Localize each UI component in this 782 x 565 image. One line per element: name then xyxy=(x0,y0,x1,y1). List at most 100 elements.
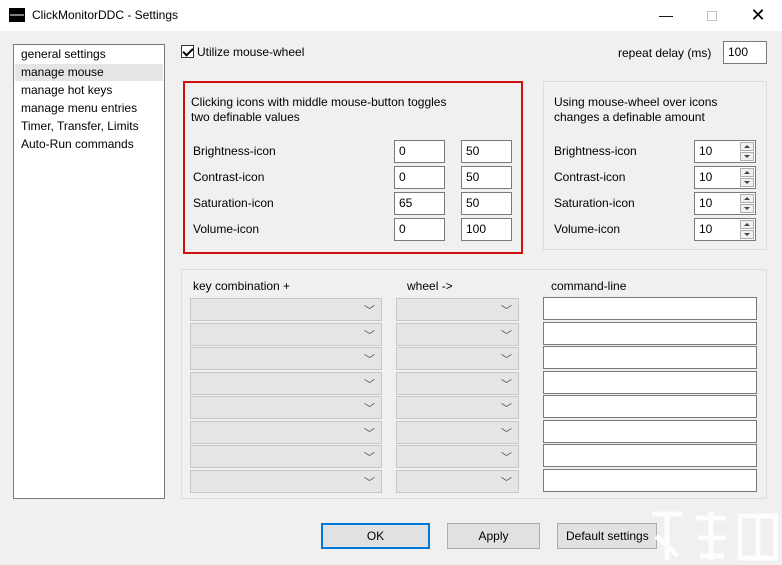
wheel-direction-dropdown[interactable]: ﹀ xyxy=(396,322,519,346)
default-settings-button[interactable]: Default settings xyxy=(557,523,657,549)
wheel-description-line1: Using mouse-wheel over icons xyxy=(554,95,718,109)
key-combination-header: key combination + xyxy=(193,279,291,293)
title-bar: ClickMonitorDDC - Settings — ✕ xyxy=(0,0,782,31)
wheel-direction-dropdown[interactable]: ﹀ xyxy=(396,371,519,395)
spin-up-icon[interactable] xyxy=(740,220,754,229)
chevron-down-icon: ﹀ xyxy=(501,354,512,366)
chevron-down-icon: ﹀ xyxy=(501,305,512,317)
chevron-down-icon: ﹀ xyxy=(364,452,375,464)
wheel-direction-dropdown[interactable]: ﹀ xyxy=(396,469,519,493)
nav-item-manage-menu-entries[interactable]: manage menu entries xyxy=(15,100,163,117)
wheel-saturation-spinner[interactable]: 10 xyxy=(694,192,756,215)
spin-down-icon[interactable] xyxy=(740,178,754,187)
chevron-down-icon: ﹀ xyxy=(364,354,375,366)
wheel-contrast-label: Contrast-icon xyxy=(554,170,626,184)
wheel-direction-dropdown[interactable]: ﹀ xyxy=(396,298,519,321)
middle-contrast-label: Contrast-icon xyxy=(193,170,265,184)
command-line-input[interactable] xyxy=(543,297,757,320)
chevron-down-icon: ﹀ xyxy=(364,378,375,391)
wheel-volume-label: Volume-icon xyxy=(554,222,621,236)
spin-up-icon[interactable] xyxy=(740,194,754,203)
middle-brightness-label: Brightness-icon xyxy=(193,144,276,158)
wheel-direction-dropdown[interactable]: ﹀ xyxy=(396,445,519,468)
spin-up-icon[interactable] xyxy=(740,168,754,177)
utilize-mouse-wheel-checkbox[interactable] xyxy=(181,45,194,58)
minimize-button[interactable]: — xyxy=(643,0,689,31)
spin-down-icon[interactable] xyxy=(740,230,754,239)
key-combination-dropdown[interactable]: ﹀ xyxy=(190,396,382,419)
chevron-down-icon: ﹀ xyxy=(364,305,375,317)
chevron-down-icon: ﹀ xyxy=(364,329,375,342)
wheel-saturation-value: 10 xyxy=(699,196,713,210)
middle-contrast-value2-input[interactable]: 50 xyxy=(461,166,512,189)
spin-down-icon[interactable] xyxy=(740,204,754,213)
chevron-down-icon: ﹀ xyxy=(364,427,375,440)
spin-up-icon[interactable] xyxy=(740,142,754,151)
nav-item-manage-mouse[interactable]: manage mouse xyxy=(15,64,163,81)
key-combination-dropdown[interactable]: ﹀ xyxy=(190,298,382,321)
wheel-header: wheel -> xyxy=(407,279,453,293)
command-line-input[interactable] xyxy=(543,321,757,345)
middle-brightness-value1-input[interactable]: 0 xyxy=(394,140,445,163)
middle-saturation-label: Saturation-icon xyxy=(193,196,274,210)
maximize-button[interactable] xyxy=(689,0,735,31)
wheel-saturation-label: Saturation-icon xyxy=(554,196,635,210)
chevron-down-icon: ﹀ xyxy=(501,452,512,464)
wheel-contrast-value: 10 xyxy=(699,170,713,184)
window-title: ClickMonitorDDC - Settings xyxy=(32,8,179,22)
wheel-brightness-label: Brightness-icon xyxy=(554,144,637,158)
command-line-input[interactable] xyxy=(543,419,757,443)
wheel-direction-dropdown[interactable]: ﹀ xyxy=(396,396,519,419)
middle-volume-value1-input[interactable]: 0 xyxy=(394,218,445,241)
nav-item-general-settings[interactable]: general settings xyxy=(15,46,163,63)
watermark-logo xyxy=(652,511,779,561)
nav-item-auto-run-commands[interactable]: Auto-Run commands xyxy=(15,136,163,153)
nav-item-timer-transfer-limits[interactable]: Timer, Transfer, Limits xyxy=(15,118,163,135)
repeat-delay-label: repeat delay (ms) xyxy=(618,46,712,60)
middle-saturation-value2-input[interactable]: 50 xyxy=(461,192,512,215)
chevron-down-icon: ﹀ xyxy=(364,476,375,489)
key-combination-dropdown[interactable]: ﹀ xyxy=(190,322,382,346)
middle-saturation-value1-input[interactable]: 65 xyxy=(394,192,445,215)
chevron-down-icon: ﹀ xyxy=(364,403,375,415)
wheel-description-line2: changes a definable amount xyxy=(554,110,705,124)
command-line-input[interactable] xyxy=(543,370,757,394)
spin-down-icon[interactable] xyxy=(740,152,754,161)
wheel-volume-spinner[interactable]: 10 xyxy=(694,218,756,241)
command-line-input[interactable] xyxy=(543,468,757,492)
key-combination-dropdown[interactable]: ﹀ xyxy=(190,347,382,370)
command-line-input[interactable] xyxy=(543,444,757,467)
command-line-input[interactable] xyxy=(543,395,757,418)
close-button[interactable]: ✕ xyxy=(735,0,781,31)
app-icon xyxy=(9,8,25,22)
key-combination-dropdown[interactable]: ﹀ xyxy=(190,445,382,468)
wheel-brightness-spinner[interactable]: 10 xyxy=(694,140,756,163)
wheel-volume-value: 10 xyxy=(699,222,713,236)
utilize-mouse-wheel-label: Utilize mouse-wheel xyxy=(197,45,305,59)
chevron-down-icon: ﹀ xyxy=(501,427,512,440)
middle-contrast-value1-input[interactable]: 0 xyxy=(394,166,445,189)
command-line-header: command-line xyxy=(551,279,627,293)
middle-click-description-line2: two definable values xyxy=(191,110,300,124)
settings-nav-list[interactable]: general settings manage mouse manage hot… xyxy=(13,44,165,499)
apply-button[interactable]: Apply xyxy=(447,523,540,549)
key-combination-dropdown[interactable]: ﹀ xyxy=(190,371,382,395)
wheel-brightness-value: 10 xyxy=(699,144,713,158)
middle-volume-label: Volume-icon xyxy=(193,222,260,236)
nav-item-manage-hot-keys[interactable]: manage hot keys xyxy=(15,82,163,99)
chevron-down-icon: ﹀ xyxy=(501,403,512,415)
command-line-input[interactable] xyxy=(543,346,757,369)
middle-brightness-value2-input[interactable]: 50 xyxy=(461,140,512,163)
wheel-direction-dropdown[interactable]: ﹀ xyxy=(396,347,519,370)
wheel-contrast-spinner[interactable]: 10 xyxy=(694,166,756,189)
ok-button[interactable]: OK xyxy=(321,523,430,549)
wheel-direction-dropdown[interactable]: ﹀ xyxy=(396,420,519,444)
chevron-down-icon: ﹀ xyxy=(501,476,512,489)
chevron-down-icon: ﹀ xyxy=(501,378,512,391)
chevron-down-icon: ﹀ xyxy=(501,329,512,342)
key-combination-dropdown[interactable]: ﹀ xyxy=(190,469,382,493)
middle-volume-value2-input[interactable]: 100 xyxy=(461,218,512,241)
key-combination-dropdown[interactable]: ﹀ xyxy=(190,420,382,444)
middle-click-description-line1: Clicking icons with middle mouse-button … xyxy=(191,95,447,109)
repeat-delay-input[interactable]: 100 xyxy=(723,41,767,64)
